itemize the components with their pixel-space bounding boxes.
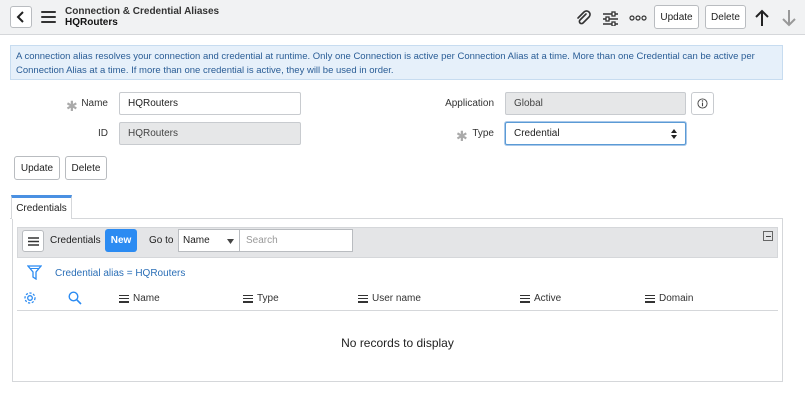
form-delete-button[interactable]: Delete — [65, 156, 107, 180]
caret-down-icon — [227, 239, 234, 244]
column-header-type[interactable]: Type — [243, 293, 279, 304]
list-title: Credentials — [50, 235, 101, 246]
type-select[interactable]: Credential — [505, 122, 686, 145]
form-update-button[interactable]: Update — [14, 156, 60, 180]
record-title: HQRouters — [65, 17, 118, 28]
tab-credentials[interactable]: Credentials — [11, 195, 72, 219]
arrow-down-icon[interactable] — [780, 9, 798, 27]
id-label: ID — [98, 128, 108, 139]
more-options-icon[interactable] — [629, 9, 647, 27]
settings-sliders-icon[interactable] — [601, 9, 619, 27]
list-menu-button[interactable] — [22, 230, 44, 252]
column-header-name[interactable]: Name — [119, 293, 160, 304]
goto-field-select[interactable]: Name — [178, 229, 240, 252]
column-menu-icon[interactable] — [645, 294, 655, 303]
form-header: Connection & Credential Aliases HQRouter… — [0, 0, 805, 35]
search-icon[interactable] — [68, 291, 82, 305]
name-field[interactable]: HQRouters — [119, 92, 301, 115]
header-delete-button[interactable]: Delete — [705, 5, 746, 29]
type-label: Type — [472, 128, 494, 139]
gear-icon[interactable] — [23, 291, 37, 305]
column-menu-icon[interactable] — [119, 294, 129, 303]
info-icon — [697, 98, 708, 109]
arrow-up-icon[interactable] — [753, 9, 771, 27]
application-field: Global — [505, 92, 686, 115]
required-icon: ✱ — [66, 98, 78, 114]
empty-list-message: No records to display — [341, 336, 454, 350]
type-select-value: Credential — [514, 128, 560, 139]
new-button[interactable]: New — [105, 229, 137, 252]
column-menu-icon[interactable] — [358, 294, 368, 303]
paperclip-icon[interactable] — [574, 9, 592, 27]
application-label: Application — [445, 98, 494, 109]
column-label: Domain — [659, 293, 694, 304]
search-input[interactable]: Search — [240, 229, 353, 252]
column-header-user-name[interactable]: User name — [358, 293, 421, 304]
goto-label: Go to — [149, 235, 174, 246]
column-menu-icon[interactable] — [243, 294, 253, 303]
column-label: Active — [534, 293, 562, 304]
application-info-button[interactable] — [691, 92, 714, 115]
filter-icon[interactable] — [27, 265, 42, 280]
name-label: Name — [81, 98, 108, 109]
column-label: User name — [372, 293, 421, 304]
required-icon: ✱ — [456, 128, 468, 144]
header-divider — [17, 310, 778, 311]
form-table-title: Connection & Credential Aliases — [65, 6, 220, 17]
goto-field-value: Name — [183, 235, 210, 246]
hamburger-icon — [27, 236, 39, 246]
collapse-icon[interactable] — [763, 231, 773, 241]
filter-breadcrumb[interactable]: Credential alias = HQRouters — [55, 268, 185, 279]
id-field: HQRouters — [119, 122, 301, 145]
column-menu-icon[interactable] — [520, 294, 530, 303]
column-header-active[interactable]: Active — [520, 293, 561, 304]
column-header-domain[interactable]: Domain — [645, 293, 693, 304]
info-banner: A connection alias resolves your connect… — [10, 45, 783, 80]
header-update-button[interactable]: Update — [654, 5, 699, 29]
page-title: Connection & Credential Aliases HQRouter… — [65, 6, 219, 28]
back-button[interactable] — [10, 6, 32, 28]
menu-icon[interactable] — [41, 11, 56, 23]
select-arrows-icon — [671, 128, 677, 139]
column-label: Name — [133, 293, 160, 304]
chevron-left-icon — [16, 11, 24, 23]
column-label: Type — [257, 293, 279, 304]
